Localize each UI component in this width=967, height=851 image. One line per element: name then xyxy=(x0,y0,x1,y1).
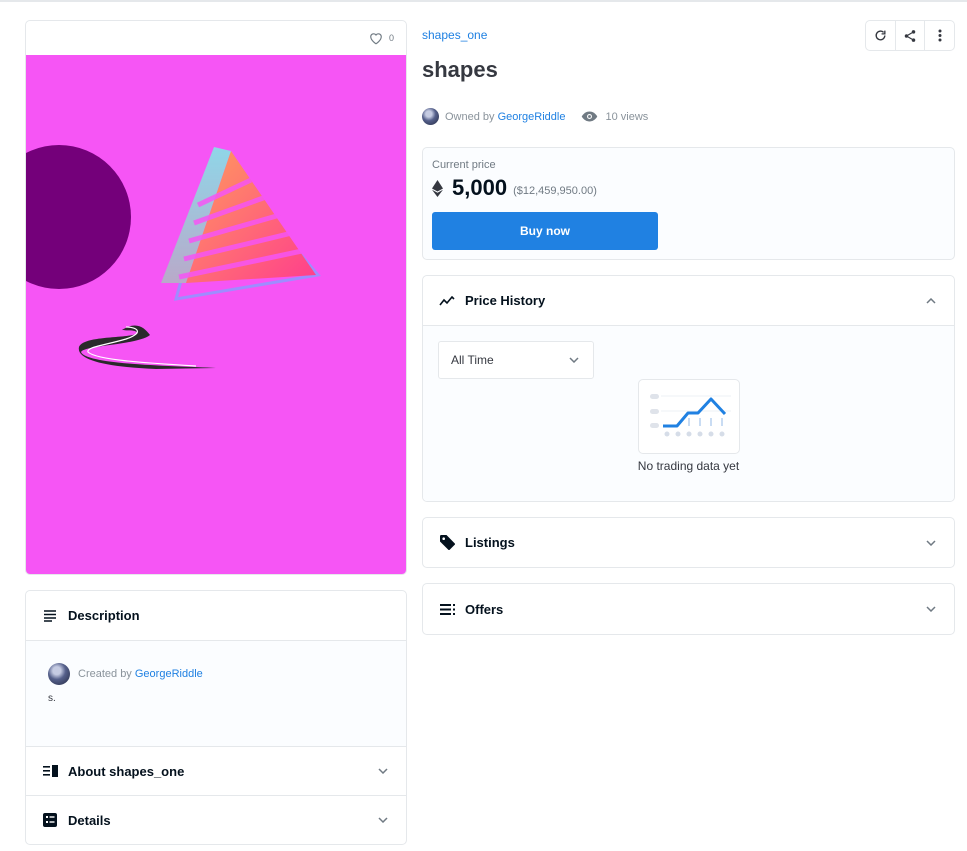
price-usd: ($12,459,950.00) xyxy=(513,184,597,197)
tag-icon xyxy=(439,535,455,551)
no-trading-data-text: No trading data yet xyxy=(637,459,740,473)
eye-icon xyxy=(581,111,598,122)
share-button[interactable] xyxy=(896,21,926,50)
offers-header[interactable]: Offers xyxy=(423,584,954,634)
description-header[interactable]: Description xyxy=(26,591,406,641)
share-icon xyxy=(904,29,916,42)
time-range-select[interactable]: All Time xyxy=(438,341,594,379)
created-by-label: Created by xyxy=(78,668,132,680)
ethereum-icon xyxy=(432,179,443,197)
more-button[interactable] xyxy=(925,21,954,50)
favorite-count: 0 xyxy=(388,33,394,43)
top-divider xyxy=(0,0,967,2)
price-label: Current price xyxy=(432,159,496,171)
price-history-header[interactable]: Price History xyxy=(423,276,954,326)
chevron-down-icon[interactable] xyxy=(376,764,390,778)
trend-icon xyxy=(439,293,455,309)
owner-row: Owned by GeorgeRiddle 10 views xyxy=(422,108,648,125)
price-row: 5,000 ($12,459,950.00) xyxy=(432,175,945,201)
listings-header[interactable]: Listings xyxy=(423,518,954,567)
refresh-button[interactable] xyxy=(866,21,896,50)
price-history-title: Price History xyxy=(465,293,546,308)
creator-row: Created by GeorgeRiddle xyxy=(48,663,384,685)
chevron-down-icon[interactable] xyxy=(924,602,938,616)
price-amount: 5,000 xyxy=(452,175,508,200)
offers-card: Offers xyxy=(422,583,955,635)
details-header[interactable]: Details xyxy=(26,796,406,844)
avatar[interactable] xyxy=(422,108,439,125)
price-history-body: All Time No trading data yet xyxy=(423,326,954,501)
empty-chart-illustration xyxy=(638,379,740,454)
details-label: Details xyxy=(68,812,111,828)
buy-now-button[interactable]: Buy now xyxy=(432,212,658,250)
listings-card: Listings xyxy=(422,517,955,568)
details-icon xyxy=(42,812,58,828)
heart-icon[interactable] xyxy=(369,32,383,45)
list-icon xyxy=(439,601,455,617)
price-history-card: Price History All Time No trading data y… xyxy=(422,275,955,502)
nft-artwork[interactable] xyxy=(26,55,406,574)
creator-link[interactable]: GeorgeRiddle xyxy=(135,668,203,680)
lines-icon xyxy=(42,608,58,624)
description-title: Description xyxy=(68,608,140,623)
offers-title: Offers xyxy=(465,601,504,617)
about-label: About shapes_one xyxy=(68,763,185,779)
description-body: Created by GeorgeRiddle s. xyxy=(26,641,406,747)
chevron-down-icon[interactable] xyxy=(924,536,938,550)
favorite-bar: 0 xyxy=(26,21,406,55)
item-title: shapes xyxy=(422,57,498,82)
refresh-icon xyxy=(875,30,886,41)
description-text: s. xyxy=(48,693,56,704)
chevron-up-icon[interactable] xyxy=(924,294,938,308)
owned-by-label: Owned by xyxy=(445,110,495,123)
image-card: 0 xyxy=(25,20,407,575)
more-vertical-icon xyxy=(938,29,942,42)
list-icon xyxy=(42,763,58,779)
price-card: Current price 5,000 ($12,459,950.00) Buy… xyxy=(422,147,955,260)
action-buttons xyxy=(865,20,955,51)
description-card: Description Created by GeorgeRiddle s. A… xyxy=(25,590,407,845)
purple-circle xyxy=(26,145,131,289)
avatar[interactable] xyxy=(48,663,70,685)
chevron-down-icon xyxy=(567,353,581,367)
time-range-value: All Time xyxy=(451,353,494,367)
listings-title: Listings xyxy=(465,535,515,550)
chevron-down-icon[interactable] xyxy=(376,813,390,827)
collection-link[interactable]: shapes_one xyxy=(422,28,487,42)
about-collection-header[interactable]: About shapes_one xyxy=(26,747,406,796)
views-count: 10 views xyxy=(605,110,649,123)
owner-link[interactable]: GeorgeRiddle xyxy=(498,111,566,123)
